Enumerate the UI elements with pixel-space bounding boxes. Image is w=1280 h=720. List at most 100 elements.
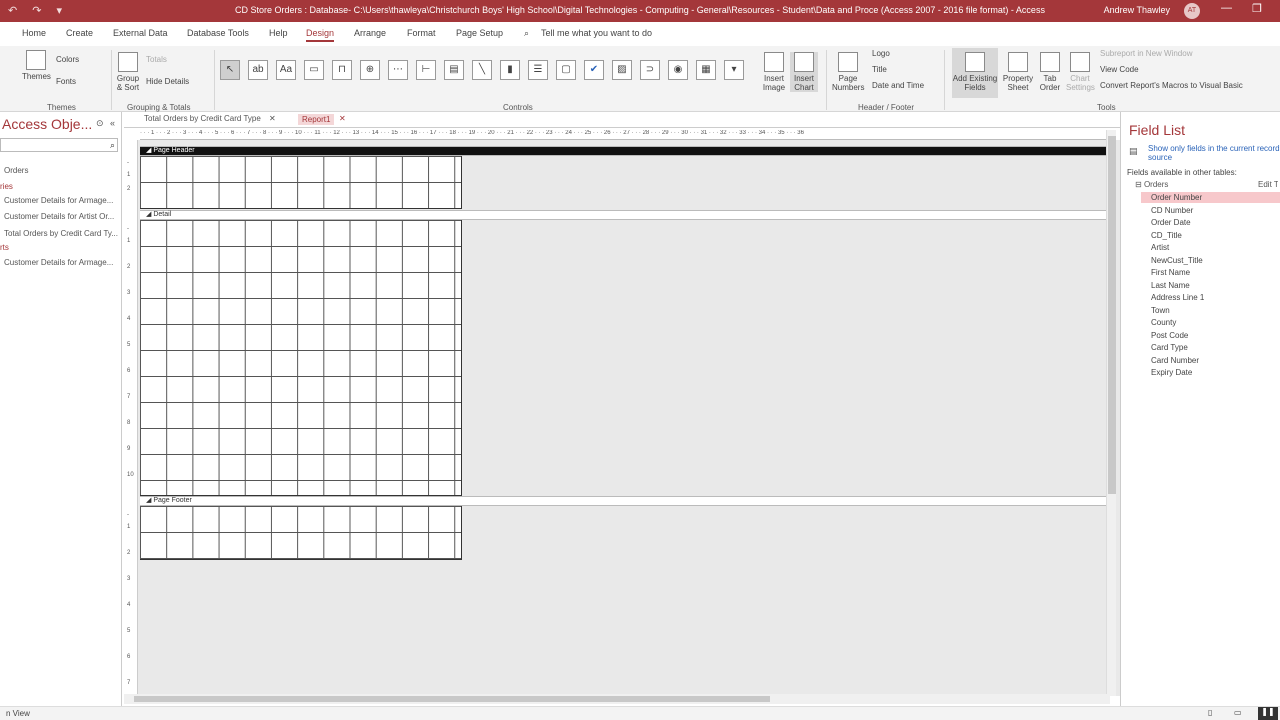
field-item[interactable]: Card Number (1141, 355, 1280, 366)
select-icon[interactable]: ↖ (220, 60, 240, 80)
vertical-scrollbar[interactable] (1106, 130, 1116, 696)
fonts-button[interactable]: Fonts (56, 77, 76, 86)
view-code-button[interactable]: View Code (1100, 65, 1139, 74)
scroll-thumb[interactable] (134, 696, 770, 702)
totals-button[interactable]: Totals (146, 55, 167, 64)
tab-design[interactable]: Design (306, 28, 335, 42)
user-name[interactable]: Andrew Thawley (1104, 5, 1170, 15)
field-item[interactable]: NewCust_Title (1141, 255, 1280, 266)
tell-me-box[interactable]: Tell me what you want to do (541, 28, 652, 38)
table-orders[interactable]: ⊟ Orders (1135, 180, 1168, 189)
insert-image-button[interactable]: Insert Image (760, 52, 788, 92)
horizontal-scrollbar[interactable] (124, 694, 1110, 704)
subform-icon[interactable]: ▦ (696, 60, 716, 80)
tab-database-tools[interactable]: Database Tools (187, 28, 249, 38)
insert-chart-button[interactable]: Insert Chart (790, 52, 818, 92)
toggle-icon[interactable]: ▮ (500, 60, 520, 80)
tab-help[interactable]: Help (269, 28, 288, 38)
field-item[interactable]: Address Line 1 (1141, 292, 1280, 303)
field-item[interactable]: CD Number (1141, 205, 1280, 216)
nav-item-query[interactable]: Customer Details for Armage... (4, 196, 113, 205)
colors-button[interactable]: Colors (56, 55, 79, 64)
rectangle-icon[interactable]: ▢ (556, 60, 576, 80)
section-bar-page-header[interactable]: ◢ Page Header (140, 146, 1106, 156)
field-item[interactable]: First Name (1141, 267, 1280, 278)
page-break-icon[interactable]: ⊢ (416, 60, 436, 80)
ruler-tick: 1 (127, 524, 131, 530)
close-icon[interactable]: ✕ (339, 114, 346, 123)
date-time-button[interactable]: Date and Time (872, 81, 924, 90)
section-bar-detail[interactable]: ◢ Detail (140, 210, 1106, 220)
nav-item-orders[interactable]: Orders (4, 166, 28, 175)
label-icon[interactable]: Aa (276, 60, 296, 80)
list-box-icon[interactable]: ☰ (528, 60, 548, 80)
property-sheet-button[interactable]: Property Sheet (1001, 52, 1035, 92)
nav-section-queries[interactable]: ries (0, 182, 13, 191)
detail-area[interactable] (140, 220, 462, 496)
field-item[interactable]: Card Type (1141, 342, 1280, 353)
logo-button[interactable]: Logo (872, 49, 890, 58)
close-icon[interactable]: ✕ (269, 114, 276, 123)
hide-details-button[interactable]: Hide Details (146, 77, 189, 86)
hyperlink-icon[interactable]: ⊕ (360, 60, 380, 80)
show-only-current-fields-link[interactable]: Show only fields in the current record s… (1148, 144, 1280, 162)
nav-section-reports[interactable]: rts (0, 243, 9, 252)
minimize-icon[interactable]: — (1221, 2, 1232, 14)
scroll-thumb[interactable] (1108, 136, 1116, 494)
nav-item-report[interactable]: Customer Details for Armage... (4, 258, 113, 267)
field-item[interactable]: Expiry Date (1141, 367, 1280, 378)
group-sort-button[interactable]: Group & Sort (115, 52, 141, 92)
add-existing-fields-button[interactable]: Add Existing Fields (952, 48, 998, 98)
doc-tab-total-orders[interactable]: Total Orders by Credit Card Type (144, 114, 261, 123)
design-view-icon[interactable]: ▭ (1234, 708, 1242, 717)
page-footer-area[interactable] (140, 506, 462, 560)
tab-control-icon[interactable]: ⊓ (332, 60, 352, 80)
field-item[interactable]: Post Code (1141, 330, 1280, 341)
field-item[interactable]: Artist (1141, 242, 1280, 253)
navigation-icon[interactable]: ⋯ (388, 60, 408, 80)
chevron-down-icon[interactable]: ⊙ (96, 118, 104, 129)
attachment-icon[interactable]: ⊃ (640, 60, 660, 80)
doc-tab-report1[interactable]: Report1 (298, 114, 335, 125)
field-item[interactable]: Last Name (1141, 280, 1280, 291)
nav-search-input[interactable]: ⌕ (0, 138, 118, 152)
button-icon[interactable]: ▭ (304, 60, 324, 80)
line-icon[interactable]: ╲ (472, 60, 492, 80)
pause-icon[interactable]: ❚❚ (1258, 707, 1278, 720)
section-bar-page-footer[interactable]: ◢ Page Footer (140, 496, 1106, 506)
title-button[interactable]: Title (872, 65, 887, 74)
collapse-pane-icon[interactable]: « (110, 118, 115, 128)
layout-view-icon[interactable]: ▯ (1208, 708, 1212, 717)
tab-home[interactable]: Home (22, 28, 46, 38)
nav-pane-title[interactable]: Access Obje... (2, 116, 92, 132)
field-item[interactable]: Order Number (1141, 192, 1280, 203)
tab-arrange[interactable]: Arrange (354, 28, 386, 38)
option-button-icon[interactable]: ◉ (668, 60, 688, 80)
restore-icon[interactable]: ❐ (1252, 2, 1262, 15)
more-controls-icon[interactable]: ▾ (724, 60, 744, 80)
avatar[interactable]: AT (1184, 3, 1200, 19)
tab-external-data[interactable]: External Data (113, 28, 168, 38)
field-item[interactable]: Order Date (1141, 217, 1280, 228)
tab-page-setup[interactable]: Page Setup (456, 28, 503, 38)
themes-button[interactable]: Themes (22, 50, 51, 81)
chart-control-icon[interactable]: ▤ (444, 60, 464, 80)
convert-macros-button[interactable]: Convert Report's Macros to Visual Basic (1100, 81, 1243, 90)
field-item[interactable]: CD_Title (1141, 230, 1280, 241)
field-item[interactable]: County (1141, 317, 1280, 328)
tab-create[interactable]: Create (66, 28, 93, 38)
chart-settings-button[interactable]: Chart Settings (1066, 52, 1095, 92)
page-numbers-button[interactable]: Page Numbers (832, 52, 864, 92)
edit-table-link[interactable]: Edit Table (1258, 180, 1278, 189)
nav-item-query[interactable]: Total Orders by Credit Card Ty... (4, 229, 118, 238)
page-header-area[interactable] (140, 156, 462, 209)
tab-order-button[interactable]: Tab Order (1037, 52, 1063, 92)
textbox-icon[interactable]: ab (248, 60, 268, 80)
tab-format[interactable]: Format (407, 28, 436, 38)
nav-item-query[interactable]: Customer Details for Artist Or... (4, 212, 114, 221)
image-icon[interactable]: ▨ (612, 60, 632, 80)
checkbox-icon[interactable]: ✔ (584, 60, 604, 80)
report-design-surface[interactable]: - 1 2 - 1 2 3 4 5 6 7 8 9 10 - 1 2 3 4 5 6 7 ◢ Page Header ◢ … (124, 140, 1120, 696)
field-item[interactable]: Town (1141, 305, 1280, 316)
subreport-button[interactable]: Subreport in New Window (1100, 49, 1192, 58)
